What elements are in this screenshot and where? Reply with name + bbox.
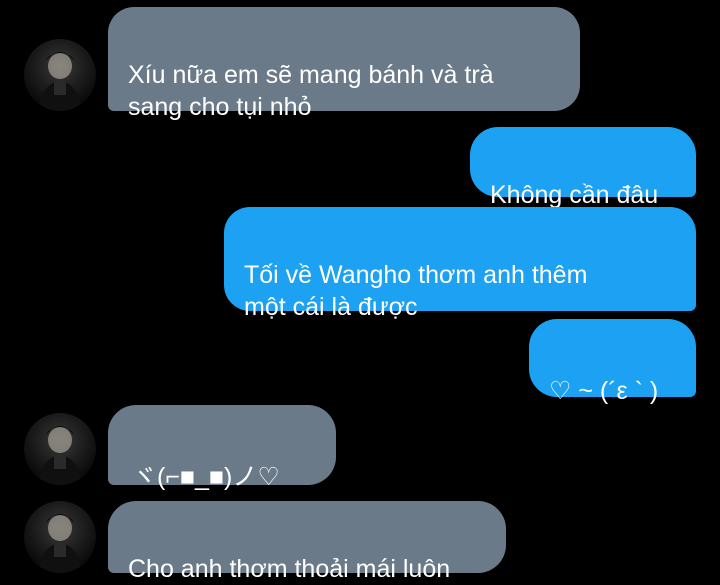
profile-photo-icon [38, 514, 82, 573]
message-text: ヾ(⌐■_■)ノ♡ [132, 463, 280, 491]
message-bubble-incoming[interactable]: ヾ(⌐■_■)ノ♡ [108, 405, 336, 491]
message-text: Cho anh thơm thoải mái luôn [128, 555, 451, 583]
message-bubble-outgoing[interactable]: Tối về Wangho thơm anh thêm một cái là đ… [224, 207, 696, 321]
message-text: ♡ ~ (´ε ` ) [549, 377, 659, 405]
profile-photo-icon [38, 52, 82, 111]
avatar[interactable] [24, 39, 96, 111]
avatar[interactable] [24, 501, 96, 573]
message-bubble-outgoing[interactable]: ♡ ~ (´ε ` ) [529, 319, 696, 405]
message-bubble-outgoing[interactable]: Không cần đâu [470, 127, 696, 209]
message-text: Tối về Wangho thơm anh thêm một cái là đ… [244, 261, 588, 321]
message-bubble-incoming[interactable]: Cho anh thơm thoải mái luôn [108, 501, 506, 583]
profile-photo-icon [38, 426, 82, 485]
message-text: Xíu nữa em sẽ mang bánh và trà sang cho … [128, 61, 494, 121]
avatar[interactable] [24, 413, 96, 485]
message-text: Không cần đâu [490, 181, 659, 209]
message-bubble-incoming[interactable]: Xíu nữa em sẽ mang bánh và trà sang cho … [108, 7, 580, 121]
